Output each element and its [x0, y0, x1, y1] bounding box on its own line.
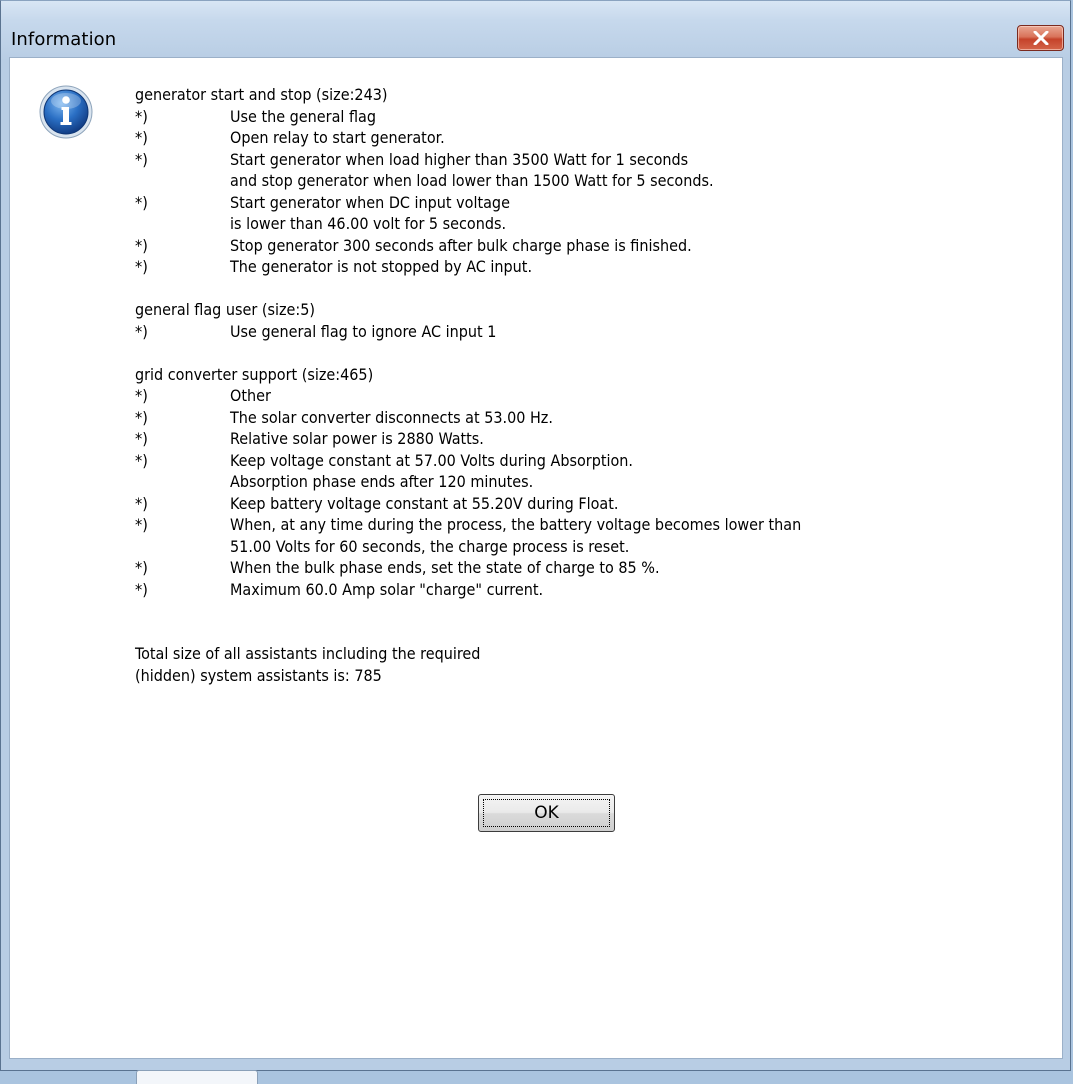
message-text: generator start and stop (size:243) *) Us…	[135, 84, 1052, 686]
dialog-body: generator start and stop (size:243) *) Us…	[9, 57, 1063, 1059]
section-heading: grid converter support (size:465)	[135, 364, 374, 384]
list-item: *) The solar converter disconnects at 53.…	[135, 407, 553, 427]
info-icon	[39, 85, 93, 139]
focus-rectangle	[483, 799, 610, 827]
section-heading: generator start and stop (size:243)	[135, 85, 388, 104]
list-item: *) Keep battery voltage constant at 55.20…	[135, 493, 619, 513]
list-item: *) Start generator when DC input voltage	[135, 192, 510, 212]
list-item: *) Stop generator 300 seconds after bulk …	[135, 235, 692, 255]
total-size-line-2: (hidden) system assistants is: 785	[135, 665, 382, 685]
list-item: *) Relative solar power is 2880 Watts.	[135, 429, 484, 448]
dialog-title: Information	[11, 29, 117, 50]
list-item: *) When the bulk phase ends, set the stat…	[135, 558, 660, 577]
list-item: *) Maximum 60.0 Amp solar "charge" curren…	[135, 579, 544, 599]
list-item: *) Keep voltage constant at 57.00 Volts d…	[135, 450, 633, 470]
list-item-continuation: and stop generator when load lower than …	[230, 171, 714, 190]
list-item: *) When, at any time during the process, …	[135, 515, 802, 534]
total-size-line-1: Total size of all assistants including t…	[135, 644, 481, 663]
list-item-continuation: Absorption phase ends after 120 minutes.	[230, 472, 534, 491]
list-item: *) The generator is not stopped by AC inp…	[135, 257, 533, 276]
list-item-continuation: is lower than 46.00 volt for 5 seconds.	[230, 214, 507, 233]
close-icon	[1033, 31, 1048, 45]
information-dialog: Information generator start and stop (si…	[0, 0, 1071, 1071]
list-item: *) Use the general flag	[135, 106, 376, 126]
list-item: *) Use general flag to ignore AC input 1	[135, 321, 497, 341]
list-item: *) Other	[135, 386, 271, 405]
section-heading: general flag user (size:5)	[135, 300, 316, 319]
list-item-continuation: 51.00 Volts for 60 seconds, the charge p…	[230, 536, 630, 556]
ok-button[interactable]: OK	[478, 794, 615, 832]
list-item: *) Start generator when load higher than …	[135, 149, 689, 169]
title-bar[interactable]: Information	[1, 1, 1070, 57]
close-button[interactable]	[1017, 25, 1064, 51]
list-item: *) Open relay to start generator.	[135, 128, 445, 147]
